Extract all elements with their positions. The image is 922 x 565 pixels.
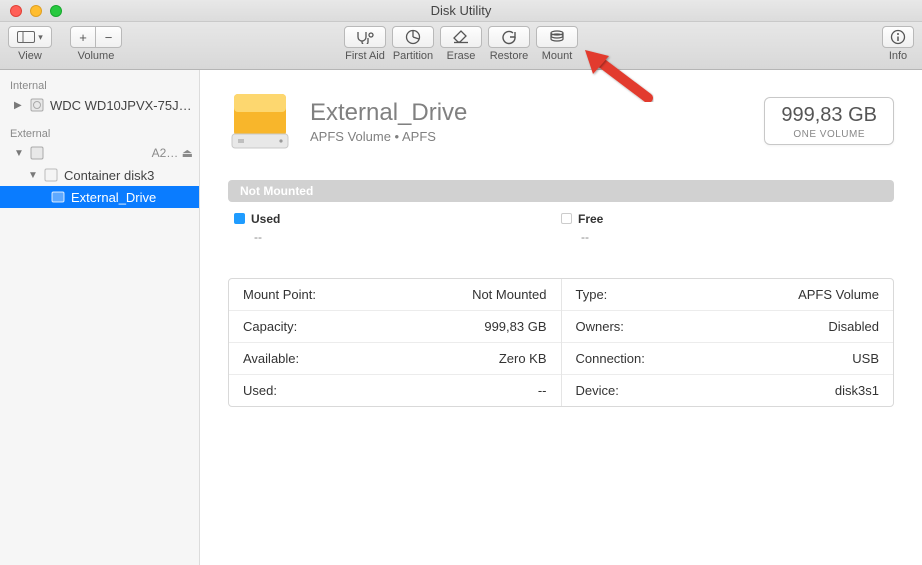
eject-icon[interactable]: ⏏ [182, 146, 193, 160]
first-aid-label: First Aid [345, 50, 385, 62]
mount-icon [549, 30, 565, 44]
erase-button[interactable] [440, 26, 482, 48]
internal-disk-label: WDC WD10JPVX-75J… [50, 98, 192, 113]
usage-bar: Not Mounted [228, 180, 894, 202]
info-label: Info [889, 50, 907, 62]
sidebar-item-volume[interactable]: External_Drive [0, 186, 199, 208]
usage-bar-label: Not Mounted [240, 184, 313, 198]
erase-label: Erase [447, 50, 476, 62]
legend-free-label: Free [578, 212, 603, 226]
container-label: Container disk3 [64, 168, 154, 183]
volume-icon [50, 189, 66, 205]
sidebar-item-internal-disk[interactable]: ▶ WDC WD10JPVX-75J… [0, 94, 199, 116]
info-row-type: Type:APFS Volume [562, 279, 894, 311]
restore-icon [501, 29, 517, 45]
external-hdd-icon [29, 145, 45, 161]
sidebar: Internal ▶ WDC WD10JPVX-75J… External ▼ … [0, 70, 200, 565]
used-swatch-icon [234, 213, 245, 224]
view-label: View [18, 50, 42, 62]
restore-label: Restore [490, 50, 529, 62]
remove-volume-button[interactable]: − [96, 26, 122, 48]
disclosure-triangle-icon[interactable]: ▼ [14, 148, 24, 159]
capacity-sublabel: ONE VOLUME [781, 129, 877, 140]
sidebar-section-external: External [0, 124, 199, 142]
volume-label: Volume [78, 50, 115, 62]
info-table: Mount Point:Not Mounted Capacity:999,83 … [228, 278, 894, 407]
titlebar: Disk Utility [0, 0, 922, 22]
legend-used-value: -- [234, 230, 561, 244]
sidebar-item-external-root[interactable]: ▼ A2… ⏏ [0, 142, 199, 164]
sidebar-layout-icon [17, 31, 35, 43]
disclosure-triangle-icon[interactable]: ▶ [14, 100, 24, 111]
container-icon [43, 167, 59, 183]
info-row-used: Used:-- [229, 375, 561, 406]
partition-button[interactable] [392, 26, 434, 48]
legend-free-value: -- [561, 230, 888, 244]
chevron-down-icon: ▾ [38, 32, 43, 43]
toolbar: ▾ View + − Volume First Aid Partition E [0, 22, 922, 70]
info-icon [890, 29, 906, 45]
volume-subtitle: APFS Volume • APFS [310, 129, 467, 144]
add-volume-button[interactable]: + [70, 26, 96, 48]
disclosure-triangle-icon[interactable]: ▼ [28, 170, 38, 181]
volume-label: External_Drive [71, 190, 156, 205]
partition-label: Partition [393, 50, 433, 62]
info-row-capacity: Capacity:999,83 GB [229, 311, 561, 343]
sidebar-section-internal: Internal [0, 76, 199, 94]
mount-label: Mount [542, 50, 573, 62]
capacity-box: 999,83 GB ONE VOLUME [764, 97, 894, 145]
view-group: ▾ View [8, 26, 52, 62]
legend-used-label: Used [251, 212, 280, 226]
free-swatch-icon [561, 213, 572, 224]
stethoscope-icon [355, 30, 375, 44]
info-button[interactable] [882, 26, 914, 48]
info-row-connection: Connection:USB [562, 343, 894, 375]
restore-button[interactable] [488, 26, 530, 48]
external-root-label: A2… [152, 146, 179, 160]
mount-button[interactable] [536, 26, 578, 48]
volume-group: + − Volume [70, 26, 122, 62]
info-row-device: Device:disk3s1 [562, 375, 894, 406]
hdd-icon [29, 97, 45, 113]
first-aid-button[interactable] [344, 26, 386, 48]
usage-legend: Used -- Free -- [228, 212, 894, 244]
external-drive-large-icon [228, 90, 292, 152]
capacity-value: 999,83 GB [781, 104, 877, 127]
sidebar-item-container[interactable]: ▼ Container disk3 [0, 164, 199, 186]
info-row-owners: Owners:Disabled [562, 311, 894, 343]
window-title: Disk Utility [0, 3, 922, 18]
info-row-available: Available:Zero KB [229, 343, 561, 375]
partition-icon [405, 29, 421, 45]
content-pane: External_Drive APFS Volume • APFS 999,83… [200, 70, 922, 565]
erase-icon [452, 30, 470, 44]
info-row-mountpoint: Mount Point:Not Mounted [229, 279, 561, 311]
view-button[interactable]: ▾ [8, 26, 52, 48]
volume-title: External_Drive [310, 99, 467, 127]
